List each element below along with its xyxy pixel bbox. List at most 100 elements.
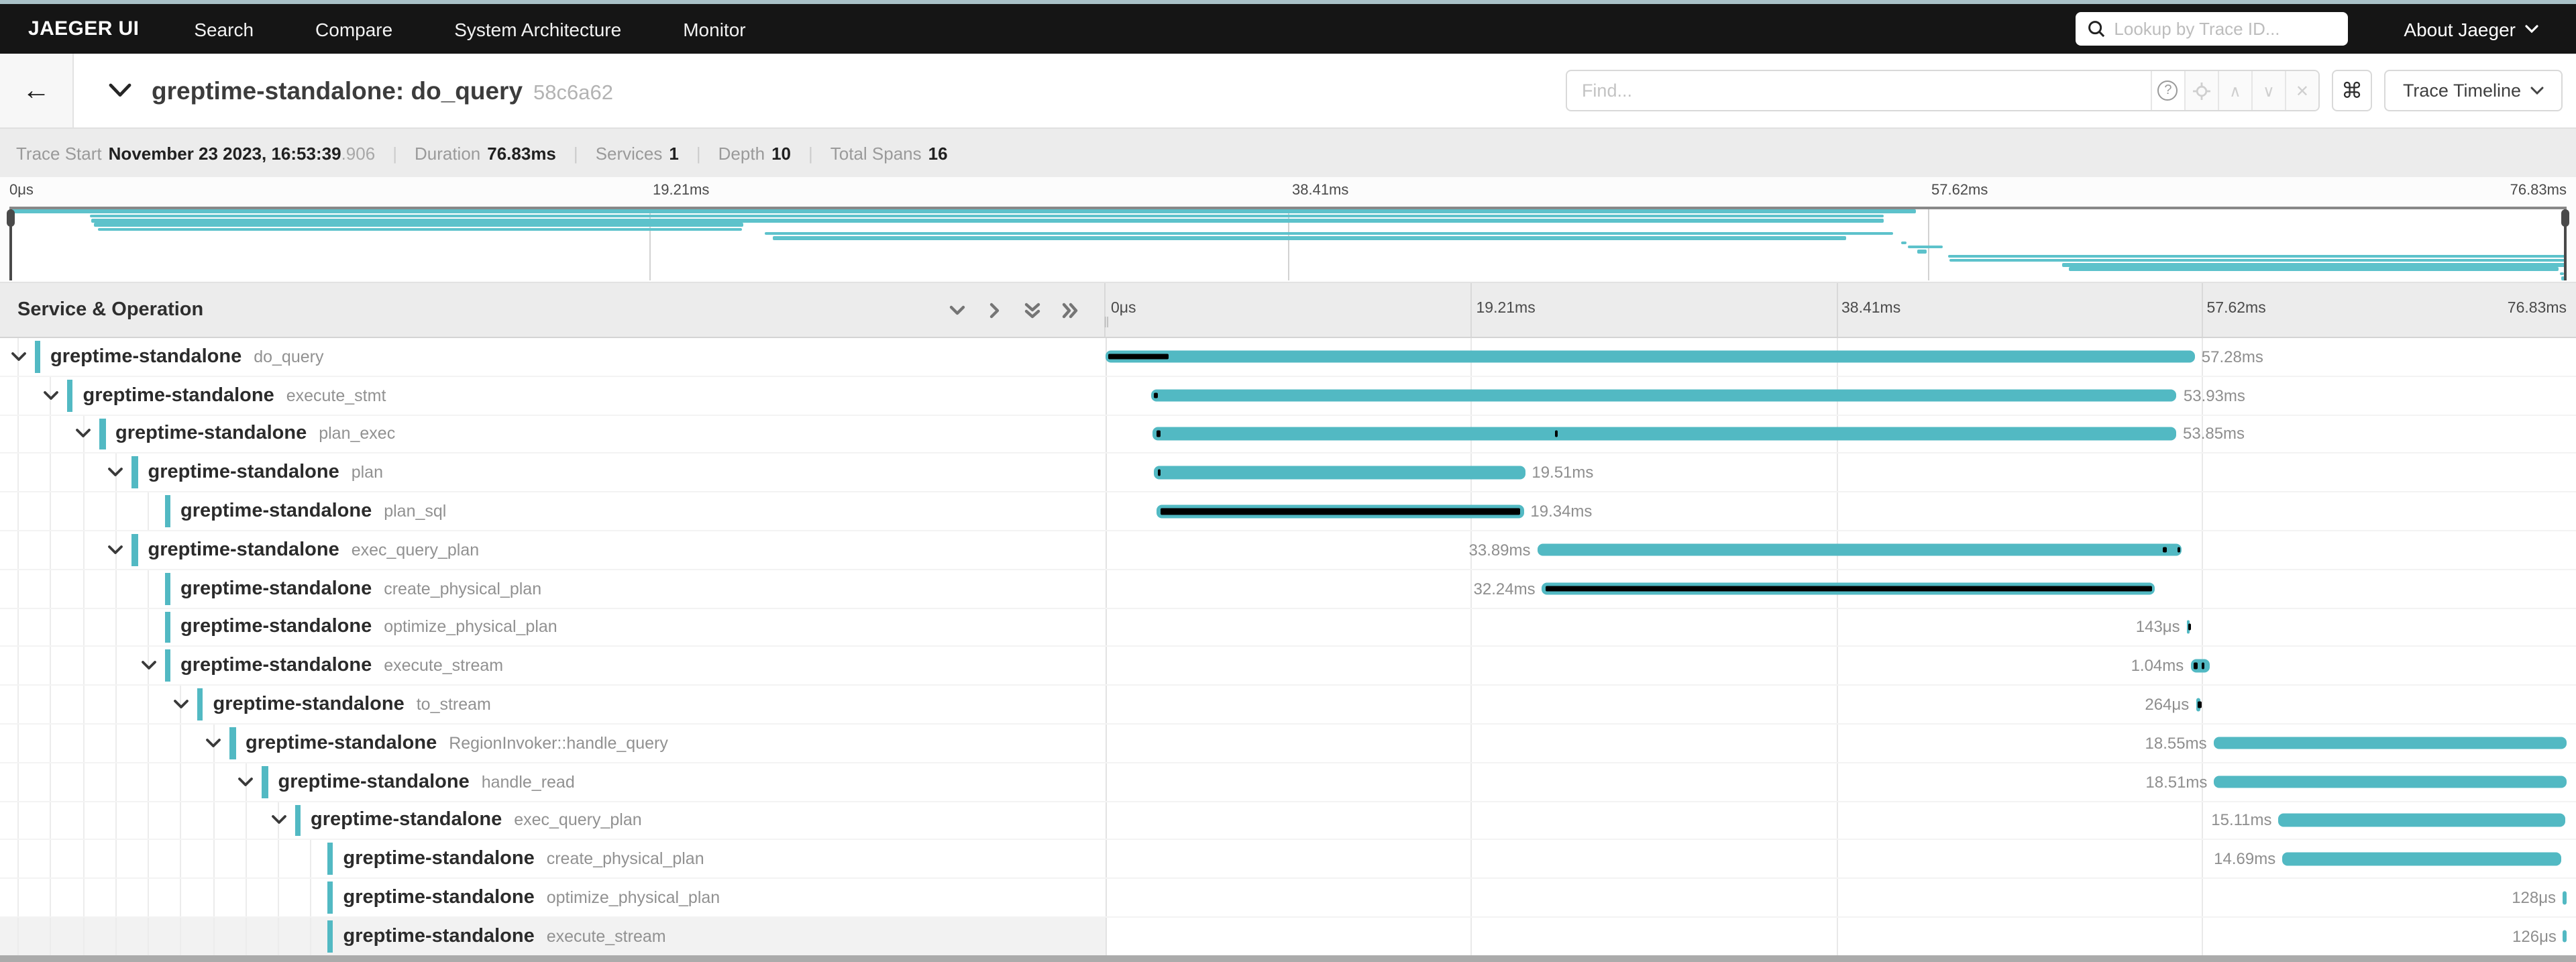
- span-log-marker[interactable]: [1158, 470, 1161, 476]
- span-name-cell[interactable]: greptime-standaloneplan_exec: [0, 415, 1106, 453]
- span-bar[interactable]: [2214, 776, 2566, 788]
- span-bar[interactable]: [1106, 350, 2195, 363]
- span-name-cell[interactable]: greptime-standaloneexec_query_plan: [0, 531, 1106, 569]
- span-row[interactable]: greptime-standaloneoptimize_physical_pla…: [0, 879, 2576, 918]
- chevron-down-icon[interactable]: [108, 545, 124, 555]
- jaeger-logo[interactable]: JAEGER UI: [28, 17, 139, 40]
- span-log-marker[interactable]: [2201, 663, 2204, 669]
- span-row[interactable]: greptime-standaloneexec_query_plan33.89m…: [0, 531, 2576, 570]
- span-name-cell[interactable]: greptime-standaloneoptimize_physical_pla…: [0, 879, 1106, 916]
- span-log-marker[interactable]: [1546, 586, 2151, 592]
- chevron-down-icon[interactable]: [238, 776, 254, 787]
- expand-all-button[interactable]: [1022, 300, 1042, 320]
- span-row[interactable]: greptime-standalonedo_query57.28ms: [0, 338, 2576, 377]
- span-row[interactable]: greptime-standaloneoptimize_physical_pla…: [0, 608, 2576, 647]
- find-help-button[interactable]: ?: [2151, 71, 2184, 110]
- span-name-cell[interactable]: greptime-standaloneplan: [0, 454, 1106, 492]
- span-bar[interactable]: [1152, 427, 2176, 440]
- expand-one-level-button[interactable]: [947, 300, 967, 320]
- span-bar[interactable]: [2282, 853, 2561, 865]
- minimap-span-bar: [2069, 268, 2558, 271]
- about-jaeger-menu[interactable]: About Jaeger: [2404, 18, 2538, 40]
- span-timeline-cell: 14.69ms: [1106, 841, 2576, 878]
- span-row[interactable]: greptime-standaloneexec_query_plan15.11m…: [0, 802, 2576, 841]
- span-log-marker[interactable]: [1108, 354, 1168, 360]
- span-row[interactable]: greptime-standaloneexecute_stream1.04ms: [0, 647, 2576, 686]
- span-bar[interactable]: [1538, 543, 2182, 556]
- span-bar[interactable]: [1154, 466, 1525, 479]
- span-log-marker[interactable]: [1157, 431, 1161, 437]
- find-next-button[interactable]: ∨: [2251, 71, 2285, 110]
- chevron-down-icon[interactable]: [43, 390, 59, 400]
- find-input[interactable]: Find...: [1567, 71, 2151, 110]
- trace-view-selector[interactable]: Trace Timeline: [2384, 70, 2563, 111]
- span-name-cell[interactable]: greptime-standaloneoptimize_physical_pla…: [0, 608, 1106, 646]
- chevron-down-icon[interactable]: [140, 661, 156, 672]
- span-row[interactable]: greptime-standaloneplan19.51ms: [0, 454, 2576, 493]
- span-name-cell[interactable]: greptime-standaloneexecute_stream: [0, 918, 1106, 955]
- span-log-marker[interactable]: [1161, 509, 1520, 515]
- trace-minimap[interactable]: 0μs19.21ms38.41ms57.62ms76.83ms: [0, 177, 2576, 282]
- span-name-cell[interactable]: greptime-standalonehandle_read: [0, 763, 1106, 801]
- chevron-down-icon[interactable]: [75, 429, 91, 439]
- chevron-down-icon[interactable]: [205, 738, 221, 749]
- span-name-cell[interactable]: greptime-standaloneexec_query_plan: [0, 802, 1106, 839]
- span-bar[interactable]: [2563, 930, 2567, 943]
- span-operation-name: create_physical_plan: [384, 579, 541, 598]
- nav-item-system-architecture[interactable]: System Architecture: [423, 18, 652, 40]
- trace-id-lookup-input[interactable]: Lookup by Trace ID...: [2075, 12, 2347, 46]
- minimap-left-scrubber-handle[interactable]: [7, 209, 15, 227]
- span-row[interactable]: greptime-standalonecreate_physical_plan1…: [0, 841, 2576, 879]
- chevron-down-icon[interactable]: [173, 699, 189, 710]
- span-row[interactable]: greptime-standalonehandle_read18.51ms: [0, 763, 2576, 802]
- collapse-all-button[interactable]: [1060, 300, 1080, 320]
- chevron-down-icon[interactable]: [270, 815, 286, 826]
- span-bar[interactable]: [2190, 659, 2210, 672]
- keyboard-shortcuts-button[interactable]: ⌘: [2332, 70, 2372, 111]
- span-log-marker[interactable]: [2177, 547, 2180, 553]
- span-log-marker[interactable]: [2198, 702, 2202, 708]
- chevron-down-icon[interactable]: [108, 468, 124, 478]
- find-prev-button[interactable]: ∧: [2218, 71, 2251, 110]
- span-log-marker[interactable]: [1554, 431, 1558, 437]
- span-bar[interactable]: [2279, 814, 2566, 826]
- span-service-name: greptime-standalone: [278, 771, 470, 792]
- span-log-marker[interactable]: [1154, 392, 1157, 398]
- span-row[interactable]: greptime-standalonecreate_physical_plan3…: [0, 570, 2576, 609]
- minimap-left-scrubber[interactable]: [9, 209, 12, 280]
- span-bar[interactable]: [1151, 389, 2177, 402]
- span-name-cell[interactable]: greptime-standalonecreate_physical_plan: [0, 570, 1106, 608]
- span-name-cell[interactable]: greptime-standalonedo_query: [0, 338, 1106, 376]
- span-row[interactable]: greptime-standaloneplan_exec53.85ms: [0, 415, 2576, 454]
- span-row[interactable]: greptime-standaloneplan_sql19.34ms: [0, 492, 2576, 531]
- span-log-marker[interactable]: [2194, 663, 2198, 669]
- find-focus-button[interactable]: [2184, 71, 2218, 110]
- span-log-marker[interactable]: [2188, 624, 2191, 630]
- span-row[interactable]: greptime-standaloneexecute_stmt53.93ms: [0, 377, 2576, 416]
- span-log-marker[interactable]: [2163, 547, 2166, 553]
- minimap-canvas[interactable]: [9, 207, 2567, 280]
- span-name-cell[interactable]: greptime-standalonecreate_physical_plan: [0, 841, 1106, 878]
- chevron-down-icon[interactable]: [10, 352, 26, 362]
- minimap-right-scrubber-handle[interactable]: [2561, 209, 2569, 227]
- nav-item-monitor[interactable]: Monitor: [652, 18, 776, 40]
- minimap-right-scrubber[interactable]: [2564, 209, 2567, 280]
- span-name-cell[interactable]: greptime-standaloneto_stream: [0, 686, 1106, 723]
- span-name-cell[interactable]: greptime-standaloneexecute_stmt: [0, 377, 1106, 415]
- nav-item-search[interactable]: Search: [163, 18, 284, 40]
- collapse-one-level-button[interactable]: [985, 300, 1005, 320]
- column-resizer-handle[interactable]: ‖: [1104, 315, 1111, 331]
- span-name-cell[interactable]: greptime-standaloneexecute_stream: [0, 647, 1106, 685]
- back-button[interactable]: ←: [0, 54, 74, 127]
- span-bar[interactable]: [2563, 892, 2566, 904]
- find-clear-button[interactable]: ✕: [2285, 71, 2318, 110]
- nav-item-compare[interactable]: Compare: [284, 18, 423, 40]
- horizontal-scrollbar[interactable]: [0, 955, 2576, 962]
- span-row[interactable]: greptime-standaloneto_stream264μs: [0, 686, 2576, 725]
- collapse-trace-detail-toggle[interactable]: [109, 83, 131, 98]
- span-name-cell[interactable]: greptime-standaloneRegionInvoker::handle…: [0, 725, 1106, 762]
- span-bar[interactable]: [2214, 737, 2567, 749]
- span-row[interactable]: greptime-standaloneRegionInvoker::handle…: [0, 725, 2576, 763]
- span-row[interactable]: greptime-standaloneexecute_stream126μs: [0, 918, 2576, 957]
- span-name-cell[interactable]: greptime-standaloneplan_sql: [0, 492, 1106, 530]
